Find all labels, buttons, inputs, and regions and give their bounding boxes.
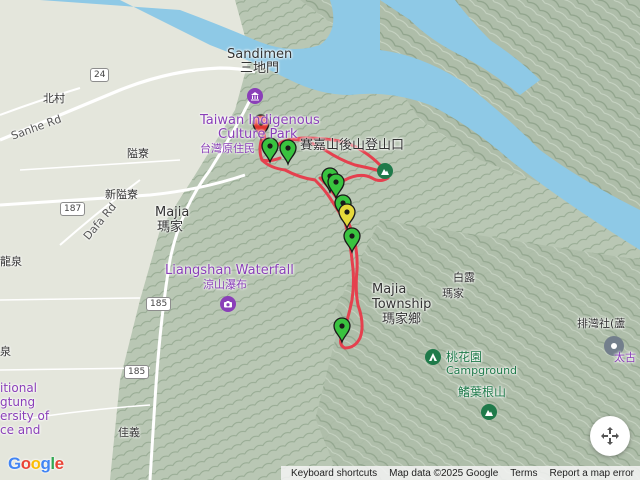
keyboard-shortcuts-link[interactable]: Keyboard shortcuts	[291, 468, 377, 479]
fullscreen-icon	[601, 427, 619, 445]
label-sandimen-en: Sandimen	[227, 47, 293, 62]
label-museum-zh[interactable]: 台灣原住民	[200, 143, 255, 154]
google-logo: Google	[8, 454, 64, 473]
label-west-partial-2: gtung	[0, 395, 36, 409]
label-taigu-partial: 太古	[614, 351, 636, 364]
road-shield-185-a: 185	[146, 297, 172, 311]
label-mountain-zh[interactable]: 鰭葉根山	[458, 386, 506, 398]
label-xinlinjia: 新隘寮	[105, 188, 138, 201]
museum-icon[interactable]	[247, 88, 263, 104]
report-error-link[interactable]: Report a map error	[550, 468, 634, 479]
campground-icon[interactable]	[425, 349, 441, 365]
label-township-en-2: Township	[372, 297, 432, 312]
label-trailhead[interactable]: 賽嘉山後山登山口	[300, 139, 404, 152]
label-beicun: 北村	[43, 92, 65, 105]
camera-icon[interactable]	[220, 296, 236, 312]
label-campground-zh[interactable]: 桃花園	[446, 351, 482, 363]
label-township-zh: 瑪家鄉	[382, 312, 422, 327]
mountain-icon[interactable]	[481, 404, 497, 420]
label-jiayi: 佳義	[118, 426, 140, 439]
label-west-partial-1: itional	[0, 381, 38, 395]
label-waterfall-zh[interactable]: 涼山瀑布	[203, 279, 247, 290]
label-quan-partial: 泉	[0, 345, 11, 358]
label-longquan: 龍泉	[0, 255, 22, 268]
label-linjia: 隘寮	[127, 147, 149, 160]
label-sandimen-zh: 三地門	[240, 61, 280, 76]
label-campground-en[interactable]: Campground	[446, 365, 517, 376]
label-majia-right: 瑪家	[442, 287, 464, 300]
label-township-en-1: Majia	[372, 282, 407, 297]
label-west-partial-4: ce and	[0, 423, 41, 437]
road-shield-24: 24	[90, 68, 110, 82]
map-data-text: Map data ©2025 Google	[389, 467, 499, 479]
label-waterfall-en[interactable]: Liangshan Waterfall	[165, 264, 294, 277]
mountain-icon[interactable]	[377, 163, 393, 179]
label-west-partial-3: ersity of	[0, 409, 50, 423]
label-majia-zh: 瑪家	[157, 220, 184, 235]
attribution-bar: Keyboard shortcuts Map data ©2025 Google…	[280, 466, 640, 480]
road-shield-185-b: 185	[124, 365, 150, 379]
label-majia-en: Majia	[155, 205, 190, 220]
fullscreen-button[interactable]	[590, 416, 630, 456]
label-bailu: 白露	[453, 271, 475, 284]
label-paiwan-partial: 排灣社(蘆	[577, 317, 626, 330]
label-museum-en-1[interactable]: Taiwan Indigenous	[200, 114, 320, 127]
label-museum-en-2[interactable]: Culture Park	[218, 128, 298, 141]
road-shield-187: 187	[60, 202, 86, 216]
terms-link[interactable]: Terms	[510, 468, 537, 479]
